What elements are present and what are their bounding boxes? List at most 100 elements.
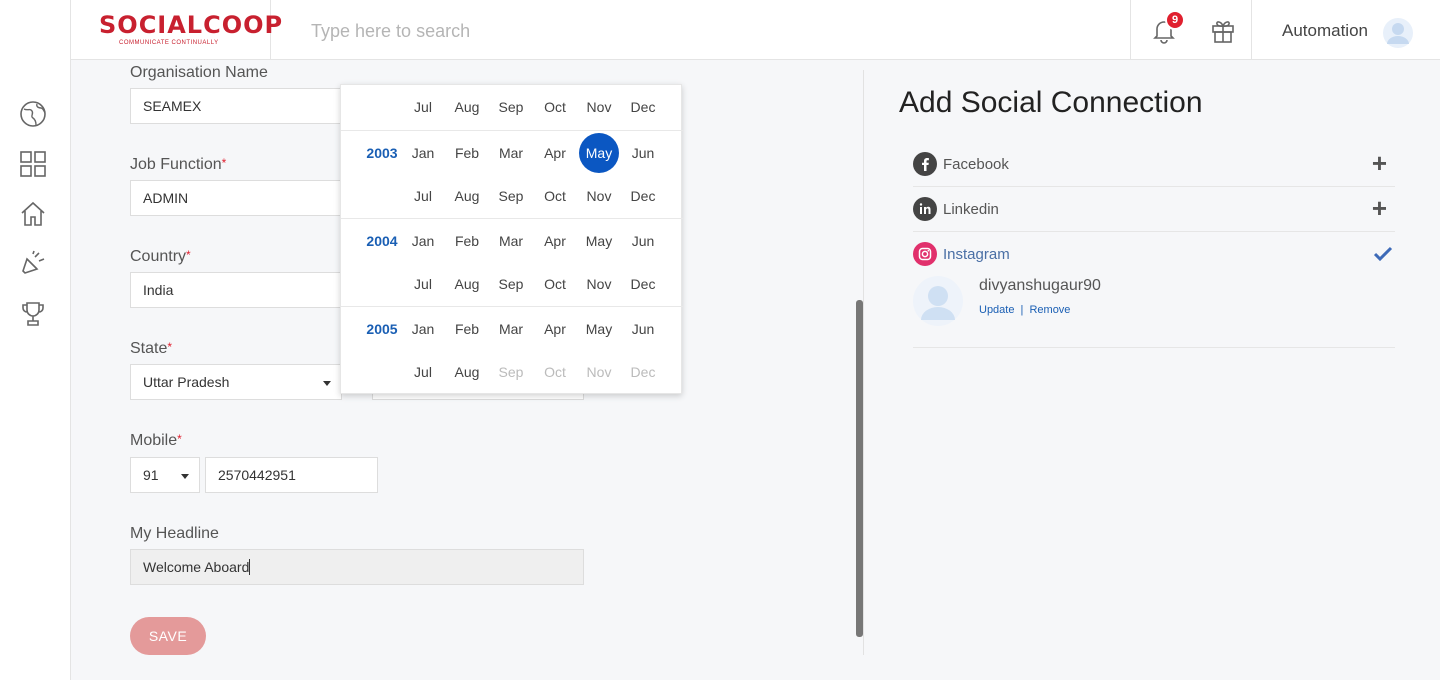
picker-divider bbox=[341, 130, 683, 131]
picker-month[interactable]: Sep bbox=[491, 264, 531, 304]
megaphone-icon[interactable] bbox=[18, 248, 48, 278]
picker-row: 2004 Jan Feb Mar Apr May Jun bbox=[341, 219, 683, 263]
linkedin-icon bbox=[913, 197, 937, 221]
grid-icon[interactable] bbox=[18, 149, 48, 179]
mobile-label: Mobile* bbox=[130, 432, 182, 449]
picker-month[interactable]: Oct bbox=[535, 176, 575, 216]
home-icon[interactable] bbox=[18, 199, 48, 229]
gift-icon[interactable] bbox=[1209, 16, 1237, 44]
account-handle: divyanshugaur90 bbox=[979, 277, 1101, 294]
update-link[interactable]: Update bbox=[979, 304, 1014, 316]
job-function-field[interactable]: ADMIN bbox=[130, 180, 342, 216]
picker-month: Oct bbox=[544, 364, 566, 380]
add-linkedin-button[interactable]: + bbox=[1372, 195, 1387, 221]
picker-month[interactable]: Jan bbox=[403, 221, 443, 261]
picker-month[interactable]: Aug bbox=[447, 352, 487, 392]
avatar[interactable] bbox=[1383, 18, 1413, 48]
connection-linkedin[interactable]: Linkedin + bbox=[913, 187, 1395, 232]
picker-month[interactable]: Sep bbox=[491, 176, 531, 216]
picker-month[interactable]: Apr bbox=[535, 133, 575, 173]
picker-month[interactable]: Dec bbox=[623, 264, 663, 304]
picker-month[interactable]: May bbox=[579, 133, 619, 173]
mobile-value: 2570442951 bbox=[218, 467, 296, 483]
scrollbar-thumb[interactable] bbox=[856, 300, 863, 637]
picker-month[interactable]: Dec bbox=[623, 87, 663, 127]
globe-icon[interactable] bbox=[18, 99, 48, 129]
chevron-down-icon bbox=[323, 381, 331, 386]
picker-row: Jul Aug Sep Oct Nov Dec bbox=[341, 85, 683, 129]
headline-input[interactable]: Welcome Aboard bbox=[130, 549, 584, 585]
country-value: India bbox=[143, 282, 174, 298]
state-select[interactable]: Uttar Pradesh bbox=[130, 364, 342, 400]
picker-row: 2005 Jan Feb Mar Apr May Jun bbox=[341, 307, 683, 351]
add-facebook-button[interactable]: + bbox=[1372, 150, 1387, 176]
picker-month[interactable]: Nov bbox=[579, 87, 619, 127]
search-input[interactable] bbox=[311, 14, 871, 48]
picker-month[interactable]: Sep bbox=[491, 87, 531, 127]
job-function-value: ADMIN bbox=[143, 190, 189, 206]
picker-month[interactable]: Mar bbox=[491, 221, 531, 261]
connection-instagram[interactable]: Instagram bbox=[913, 232, 1395, 277]
picker-month[interactable]: Jun bbox=[623, 309, 663, 349]
divider bbox=[913, 347, 1395, 348]
picker-month[interactable]: May bbox=[579, 221, 619, 261]
picker-month[interactable]: Apr bbox=[535, 221, 575, 261]
header-divider bbox=[1130, 0, 1131, 60]
picker-month: Nov bbox=[586, 364, 612, 380]
connection-facebook[interactable]: Facebook + bbox=[913, 142, 1395, 187]
picker-month[interactable]: Nov bbox=[579, 176, 619, 216]
mobile-input[interactable]: 2570442951 bbox=[205, 457, 378, 493]
picker-month[interactable]: Jun bbox=[623, 221, 663, 261]
left-rail bbox=[0, 0, 71, 680]
logo-text: SOCIALCOOP bbox=[99, 11, 284, 39]
organisation-value: SEAMEX bbox=[143, 98, 202, 114]
picker-row: Jul Aug Sep Oct Nov Dec bbox=[341, 174, 683, 218]
account-actions: Update | Remove bbox=[979, 304, 1070, 316]
picker-month[interactable]: Aug bbox=[447, 264, 487, 304]
organisation-label: Organisation Name bbox=[130, 64, 268, 81]
month-picker: Jul Aug Sep Oct Nov Dec 2003 Jan Feb Mar Apr May Jun… bbox=[340, 84, 683, 394]
picker-month[interactable]: Oct bbox=[535, 264, 575, 304]
picker-year[interactable]: 2003 bbox=[355, 131, 409, 175]
trophy-icon[interactable] bbox=[18, 299, 48, 329]
picker-divider bbox=[341, 306, 683, 307]
picker-month[interactable]: Jul bbox=[403, 352, 443, 392]
picker-month[interactable]: Jul bbox=[403, 87, 443, 127]
organisation-field[interactable]: SEAMEX bbox=[130, 88, 342, 124]
job-function-label: Job Function* bbox=[130, 156, 227, 173]
country-code-select[interactable]: 91 bbox=[130, 457, 200, 493]
picker-month[interactable]: Mar bbox=[491, 309, 531, 349]
connection-label: Instagram bbox=[943, 246, 1010, 263]
top-header: SOCIALCOOP COMMUNICATE CONTINUALLY 9 Aut… bbox=[71, 0, 1440, 60]
picker-month[interactable]: Jul bbox=[403, 176, 443, 216]
picker-month[interactable]: Mar bbox=[491, 133, 531, 173]
country-field[interactable]: India bbox=[130, 272, 342, 308]
picker-month: Dec bbox=[630, 364, 656, 380]
picker-month[interactable]: Jan bbox=[403, 133, 443, 173]
picker-month[interactable]: Feb bbox=[447, 309, 487, 349]
picker-month[interactable]: Jan bbox=[403, 309, 443, 349]
picker-month[interactable]: Feb bbox=[447, 133, 487, 173]
picker-year[interactable]: 2004 bbox=[355, 219, 409, 263]
picker-month[interactable]: Jul bbox=[403, 264, 443, 304]
city-field[interactable] bbox=[372, 394, 584, 400]
picker-month[interactable]: Apr bbox=[535, 309, 575, 349]
remove-link[interactable]: Remove bbox=[1029, 304, 1070, 316]
logo[interactable]: SOCIALCOOP COMMUNICATE CONTINUALLY bbox=[71, 0, 282, 60]
username[interactable]: Automation bbox=[1282, 21, 1368, 41]
link-separator: | bbox=[1020, 304, 1024, 316]
picker-month[interactable]: Feb bbox=[447, 221, 487, 261]
picker-month[interactable]: Dec bbox=[623, 176, 663, 216]
state-label: State* bbox=[130, 340, 173, 357]
picker-row: Jul Aug Sep Oct Nov Dec bbox=[341, 350, 683, 394]
headline-label: My Headline bbox=[130, 525, 219, 542]
picker-month[interactable]: Aug bbox=[447, 176, 487, 216]
picker-month[interactable]: May bbox=[579, 309, 619, 349]
picker-month[interactable]: Oct bbox=[535, 87, 575, 127]
country-label: Country* bbox=[130, 248, 191, 265]
picker-month[interactable]: Aug bbox=[447, 87, 487, 127]
picker-month[interactable]: Jun bbox=[623, 133, 663, 173]
picker-month[interactable]: Nov bbox=[579, 264, 619, 304]
save-button[interactable]: SAVE bbox=[130, 617, 206, 655]
picker-year[interactable]: 2005 bbox=[355, 307, 409, 351]
